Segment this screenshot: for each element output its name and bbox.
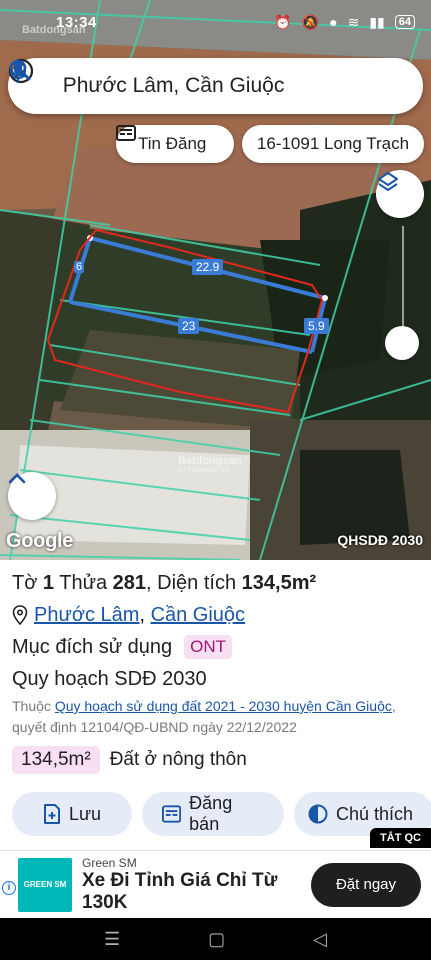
back-icon[interactable]: ◁ (313, 929, 327, 950)
wifi-icon: ≋ (347, 13, 360, 30)
purpose-code-badge: ONT (184, 635, 233, 659)
ad-info-icon[interactable]: i (0, 851, 18, 919)
area-badge: 134,5m² (12, 746, 100, 774)
ad-brand: Green SM (82, 855, 137, 870)
parcel-info-panel: Tờ 1 Thửa 281, Diện tích 134,5m² Phước L… (0, 560, 431, 850)
ad-text: Green SM Xe Đi Tỉnh Giá Chỉ Từ 130K (82, 856, 311, 914)
ad-logo: GREEN SM (18, 857, 72, 912)
area-label: , Diện tích (146, 572, 237, 594)
google-logo: Google (6, 530, 74, 552)
listings-chip[interactable]: Tin Đăng (116, 125, 234, 163)
listing-icon (162, 805, 182, 823)
map-layer-name: QHSDĐ 2030 (337, 532, 423, 548)
search-bar[interactable] (8, 58, 423, 114)
mute-icon: 🔕 (301, 13, 320, 30)
lot-number: 281 (112, 572, 147, 594)
purpose-label: Mục đích sử dụng (12, 636, 173, 658)
action-bar: Lưu Đăng bán Chú thích (12, 792, 431, 836)
recents-icon[interactable]: ☰ (104, 929, 120, 950)
home-icon[interactable]: ▢ (208, 929, 225, 950)
parcel-code-label: 16-1091 Long Trạch (256, 134, 410, 153)
close-ad-button[interactable]: TẮT QC (370, 828, 431, 848)
search-input[interactable] (62, 74, 334, 98)
chevron-up-icon (8, 473, 26, 484)
land-type-label: Đất ở nông thôn (109, 749, 247, 770)
system-nav-bar: ☰ ▢ ◁ (0, 918, 431, 960)
ad-headline: Xe Đi Tỉnh Giá Chỉ Từ 130K (82, 869, 278, 913)
parcel-title: Tờ 1 Thửa 281, Diện tích 134,5m² (12, 570, 419, 596)
post-sale-label: Đăng bán (189, 793, 233, 834)
watermark-brand: Batdongsan (178, 455, 242, 467)
battery-icon: 64 (394, 15, 415, 29)
contrast-icon (308, 804, 328, 824)
post-sale-button[interactable]: Đăng bán (142, 792, 284, 836)
status-bar: 13:34 ⏰ 🔕 ● ≋ ▮▮ 64 (0, 0, 431, 52)
parcel-code-chip[interactable]: 16-1091 Long Trạch (242, 125, 424, 163)
plan-document-link[interactable]: Quy hoạch sử dụng đất 2021 - 2030 huyện … (55, 698, 392, 714)
watermark: Batdongsan by PropertyGuru (178, 455, 242, 474)
location-pin-icon (12, 605, 28, 625)
save-icon (43, 804, 60, 824)
land-type-row: 134,5m² Đất ở nông thôn (12, 746, 419, 774)
dimension-label: 22.9 (192, 259, 224, 275)
dimension-label: 23 (178, 318, 200, 334)
area-value: 134,5m² (241, 572, 317, 594)
dimension-label: 6 (74, 261, 85, 273)
district-link[interactable]: Cần Giuộc (151, 604, 246, 626)
listings-chip-label: Tin Đăng (138, 134, 207, 153)
ward-link[interactable]: Phước Lâm (34, 604, 139, 626)
status-time: 13:34 (56, 13, 97, 31)
location-separator: , (139, 604, 151, 626)
legend-label: Chú thích (336, 803, 414, 824)
layers-icon (378, 172, 398, 191)
plan-label: Quy hoạch SDĐ 2030 (12, 668, 207, 690)
note-prefix: Thuộc (12, 698, 51, 714)
location-row: Phước Lâm, Cần Giuộc (12, 602, 419, 628)
layers-button[interactable] (376, 170, 424, 218)
sheet-number: 1 (42, 572, 55, 594)
lot-label: Thửa (59, 572, 108, 594)
save-label: Lưu (68, 803, 102, 824)
alarm-icon: ⏰ (274, 13, 292, 30)
sheet-label: Tờ (12, 572, 38, 594)
opacity-slider-knob[interactable] (385, 326, 419, 360)
map-view[interactable]: 6 22.9 23 5.9 Batdongsan Batdongsan by P… (0, 0, 431, 560)
status-icons: ⏰ 🔕 ● ≋ ▮▮ 64 (274, 14, 415, 31)
save-button[interactable]: Lưu (12, 792, 132, 836)
expand-panel-button[interactable] (8, 472, 56, 520)
watermark-sub: by PropertyGuru (178, 467, 230, 474)
ad-banner[interactable]: i GREEN SM Green SM Xe Đi Tỉnh Giá Chỉ T… (0, 850, 431, 918)
plan-note: Thuộc Quy hoạch sử dụng đất 2021 - 2030 … (12, 696, 419, 738)
dimension-label: 5.9 (304, 318, 329, 334)
location-icon: ● (329, 14, 338, 30)
purpose-row: Mục đích sử dụng ONT (12, 634, 419, 660)
signal-icon: ▮▮ (369, 13, 385, 30)
ad-cta-button[interactable]: Đặt ngay (311, 862, 421, 907)
